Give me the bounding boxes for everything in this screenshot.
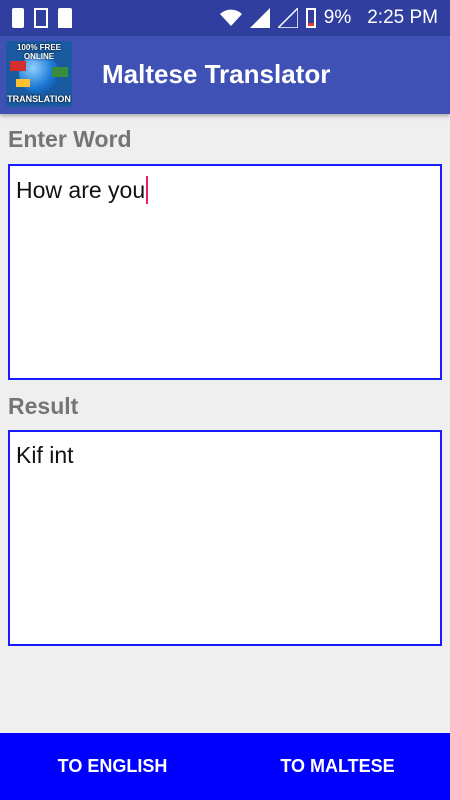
enter-word-label: Enter Word	[8, 126, 132, 152]
app-logo: 100% FREE ONLINE TRANSLATION	[6, 41, 72, 107]
signal-icon	[249, 8, 270, 28]
flag-red	[10, 61, 26, 71]
wifi-icon	[219, 9, 242, 26]
sd-card-icon	[58, 8, 72, 28]
status-left-icons	[12, 8, 72, 28]
status-right: 9% 2:25 PM	[219, 7, 438, 29]
battery-percent: 9%	[323, 7, 352, 28]
logo-text-bottom: TRANSLATION	[7, 94, 71, 104]
clock: 2:25 PM	[367, 7, 438, 28]
text-cursor	[146, 176, 149, 204]
logo-text-top: 100% FREE ONLINE	[16, 43, 62, 61]
app-bar: 100% FREE ONLINE TRANSLATION Maltese Tra…	[0, 36, 450, 114]
result-value: Kif int	[16, 442, 74, 468]
status-bar: 9% 2:25 PM	[0, 0, 450, 36]
flag-yellow	[16, 79, 30, 87]
bottom-bar: TO ENGLISH TO MALTESE	[0, 733, 450, 800]
file-icon	[34, 8, 48, 28]
result-field[interactable]: Kif int	[8, 430, 442, 646]
result-label: Result	[8, 393, 79, 419]
to-english-button[interactable]: TO ENGLISH	[0, 733, 225, 800]
battery-icon	[305, 8, 316, 28]
notification-icon	[12, 8, 24, 28]
word-input[interactable]: How are you	[8, 164, 442, 380]
app-title: Maltese Translator	[102, 59, 331, 89]
signal-empty-icon	[277, 8, 298, 28]
word-input-value: How are you	[16, 177, 146, 203]
flag-green	[52, 67, 68, 77]
to-maltese-button[interactable]: TO MALTESE	[225, 733, 450, 800]
